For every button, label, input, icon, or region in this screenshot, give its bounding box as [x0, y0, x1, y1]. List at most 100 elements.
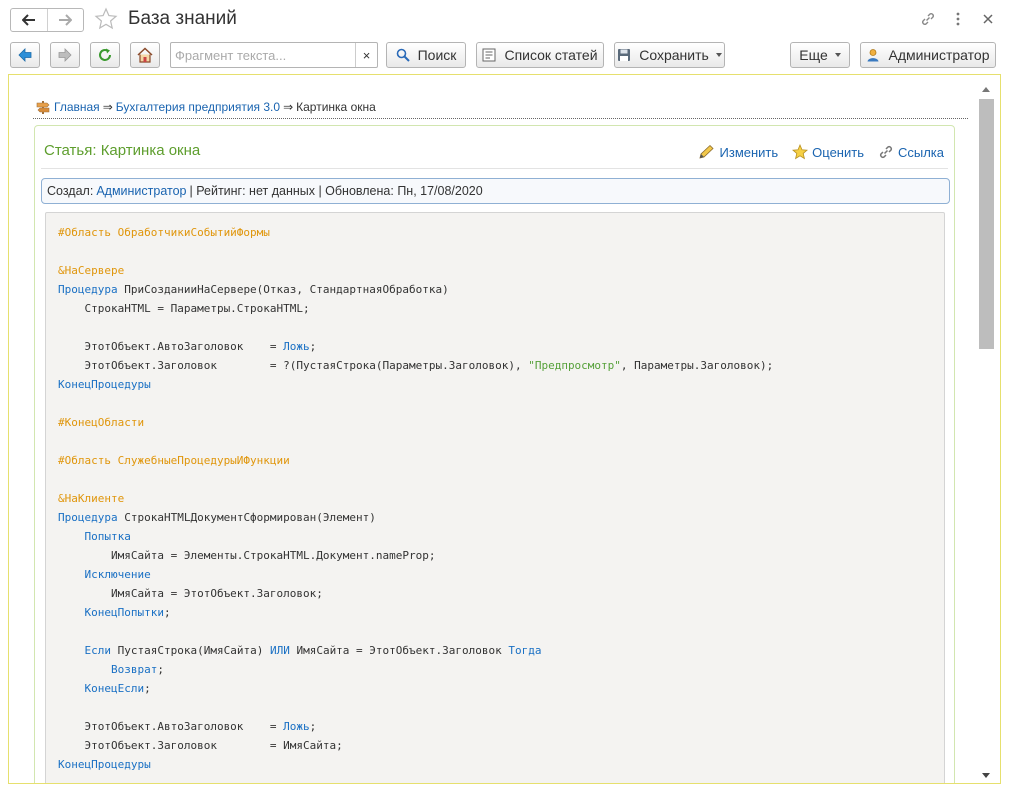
created-by-label: Создал:: [47, 184, 94, 198]
vertical-scrollbar[interactable]: [978, 81, 995, 783]
code-line: КонецПопытки;: [58, 603, 944, 622]
magnifier-icon: [396, 48, 410, 62]
arrow-right-icon: [59, 14, 73, 26]
code-line: ЭтотОбъект.Заголовок = ИмяСайта;: [58, 736, 944, 755]
code-line: КонецПроцедуры: [58, 375, 944, 394]
breadcrumb: Главная ⇒ Бухгалтерия предприятия 3.0 ⇒ …: [35, 98, 376, 116]
code-line: ИмяСайта = ЭтотОбъект.Заголовок;: [58, 584, 944, 603]
more-label: Еще: [799, 47, 828, 63]
link-label: Ссылка: [897, 144, 944, 160]
code-token: Возврат: [110, 663, 158, 676]
code-token: Ложь: [283, 720, 310, 733]
code-line: Если ПустаяСтрока(ИмяСайта) ИЛИ ИмяСайта…: [58, 641, 944, 660]
code-block: #Область ОбработчикиСобытийФормы &НаСерве…: [45, 212, 945, 783]
star-icon: [792, 144, 809, 160]
breadcrumb-separator: ⇒: [283, 100, 294, 114]
star-outline-icon: [94, 7, 118, 30]
code-token: ЭтотОбъект.Заголовок = ИмяСайта;: [58, 739, 343, 752]
code-line: Возврат;: [58, 660, 944, 679]
code-line: ЭтотОбъект.АвтоЗаголовок = Ложь;: [58, 717, 944, 736]
toolbar: × Поиск Список статей Сохранить Еще Адми…: [0, 38, 1016, 72]
code-line: #КонецОбласти: [58, 413, 944, 432]
search-clear-button[interactable]: ×: [355, 43, 377, 67]
code-line: Исключение: [58, 565, 944, 584]
code-line: Попытка: [58, 527, 944, 546]
close-window-button[interactable]: [978, 10, 998, 28]
code-token: Ложь: [283, 340, 310, 353]
code-token: КонецПроцедуры: [58, 378, 151, 391]
user-button[interactable]: Администратор: [860, 42, 996, 68]
blue-arrow-left-icon: [18, 48, 32, 62]
code-token: ИЛИ: [269, 644, 290, 657]
breadcrumb-divider: [33, 118, 968, 119]
code-line: Процедура СтрокаHTMLДокументСформирован(…: [58, 508, 944, 527]
scroll-up-icon[interactable]: [982, 87, 990, 92]
article-link-link[interactable]: Ссылка: [878, 144, 944, 160]
link-window-button[interactable]: [918, 10, 938, 28]
scroll-thumb[interactable]: [979, 99, 994, 349]
rate-label: Оценить: [812, 144, 864, 160]
gray-arrow-right-icon: [58, 48, 72, 62]
home-button[interactable]: [130, 42, 160, 68]
refresh-button[interactable]: [90, 42, 120, 68]
edit-article-link[interactable]: Изменить: [698, 144, 778, 160]
search-button[interactable]: Поиск: [386, 42, 466, 68]
signpost-icon: [36, 101, 50, 114]
save-dropdown-button[interactable]: Сохранить: [614, 42, 725, 68]
articles-list-button[interactable]: Список статей: [476, 42, 604, 68]
code-token: #КонецОбласти: [58, 416, 145, 429]
scroll-down-icon[interactable]: [982, 773, 990, 778]
rate-article-link[interactable]: Оценить: [792, 144, 864, 160]
breadcrumb-home-link[interactable]: Главная: [54, 100, 100, 114]
code-line: ИмяСайта = Элементы.СтрокаHTML.Документ.…: [58, 546, 944, 565]
author-link[interactable]: Администратор: [96, 184, 186, 198]
code-line: #Область СлужебныеПроцедурыИФункции: [58, 451, 944, 470]
forward-button[interactable]: [46, 9, 84, 31]
code-token: &НаКлиенте: [58, 492, 125, 505]
home-icon: [137, 47, 153, 63]
chevron-down-icon: [834, 53, 841, 57]
code-token: ЭтотОбъект.АвтоЗаголовок =: [58, 340, 284, 353]
code-token: Процедура: [58, 283, 118, 296]
history-nav: [10, 8, 84, 32]
floppy-disk-icon: [617, 48, 631, 62]
code-line: СтрокаHTML = Параметры.СтрокаHTML;: [58, 299, 944, 318]
code-token: Если: [84, 644, 112, 657]
window-title: База знаний: [128, 8, 237, 29]
back-button[interactable]: [11, 9, 47, 31]
code-token: Исключение: [84, 568, 151, 581]
code-line: КонецЕсли;: [58, 679, 944, 698]
code-line: &НаСервере: [58, 261, 944, 280]
favorite-button[interactable]: [94, 7, 118, 31]
pencil-icon: [698, 144, 716, 160]
breadcrumb-section-link[interactable]: Бухгалтерия предприятия 3.0: [116, 100, 280, 114]
code-line: Процедура ПриСозданииНаСервере(Отказ, Ст…: [58, 280, 944, 299]
more-dropdown-button[interactable]: Еще: [790, 42, 850, 68]
search-box: ×: [170, 42, 378, 68]
nav-forward-button[interactable]: [50, 42, 80, 68]
content-frame: Главная ⇒ Бухгалтерия предприятия 3.0 ⇒ …: [8, 74, 1001, 784]
search-button-label: Поиск: [417, 47, 457, 63]
search-input[interactable]: [171, 43, 355, 67]
code-token: КонецПопытки: [84, 606, 164, 619]
code-line: КонецПроцедуры: [58, 755, 944, 774]
code-token: ;: [157, 663, 164, 676]
code-token: ЭтотОбъект.Заголовок = ?(ПустаяСтрока(Па…: [58, 359, 529, 372]
article-divider: [41, 168, 948, 169]
code-token: ИмяСайта = ЭтотОбъект.Заголовок;: [58, 587, 323, 600]
title-bar: База знаний: [0, 0, 1016, 38]
code-token: &НаСервере: [58, 264, 125, 277]
code-token: КонецЕсли: [84, 682, 145, 695]
window-menu-button[interactable]: [948, 10, 968, 28]
nav-back-button[interactable]: [10, 42, 40, 68]
